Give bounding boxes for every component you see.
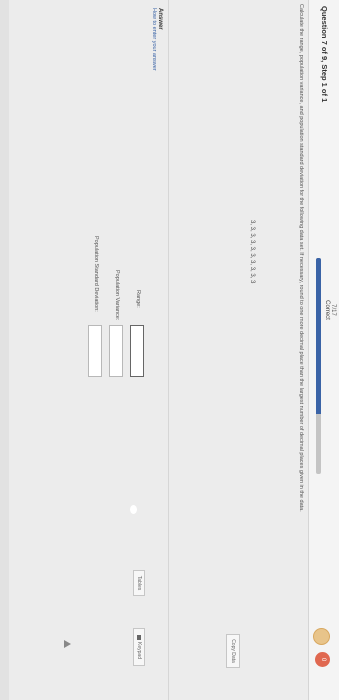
population-std-dev-label: Population Standard Deviation: (93, 236, 99, 312)
question-instructions: Calculate the range, population variance… (298, 4, 304, 512)
circle-nav-button[interactable] (313, 628, 330, 645)
status-label: Correct (324, 300, 330, 320)
page-bottom-edge (0, 0, 9, 700)
population-variance-input[interactable] (109, 325, 123, 377)
range-label: Range: (135, 290, 141, 308)
help-link[interactable]: How to enter your answer (151, 8, 157, 71)
answer-heading: Answer (157, 8, 163, 30)
score-fraction: 7/17 (330, 304, 336, 316)
error-badge[interactable]: 0 (315, 652, 330, 667)
keypad-icon (137, 635, 141, 641)
population-variance-label: Population Variance: (114, 270, 120, 321)
keypad-button[interactable]: Keypad (133, 628, 145, 666)
progress-bar (316, 258, 321, 474)
mouse-cursor-icon (64, 640, 71, 648)
tables-button[interactable]: Tables (133, 570, 145, 596)
progress-fill (316, 258, 321, 414)
range-input[interactable] (130, 325, 144, 377)
data-set: 3, 3, 3, 3, 3, 3, 3, 3, 3, 3 (249, 220, 255, 284)
population-std-dev-input[interactable] (88, 325, 102, 377)
copy-data-button[interactable]: Copy Data (226, 634, 240, 668)
header-bar: Question 7 of 9, Step 1 of 1 7/17 Correc… (308, 0, 339, 700)
question-page: Question 7 of 9, Step 1 of 1 7/17 Correc… (0, 0, 339, 700)
ellipse-mark (130, 505, 137, 514)
score-panel: 7/17 Correct (324, 270, 336, 350)
divider (168, 0, 169, 700)
question-title: Question 7 of 9, Step 1 of 1 (320, 6, 329, 103)
question-content: Calculate the range, population variance… (0, 0, 309, 700)
keypad-label: Keypad (136, 642, 142, 659)
